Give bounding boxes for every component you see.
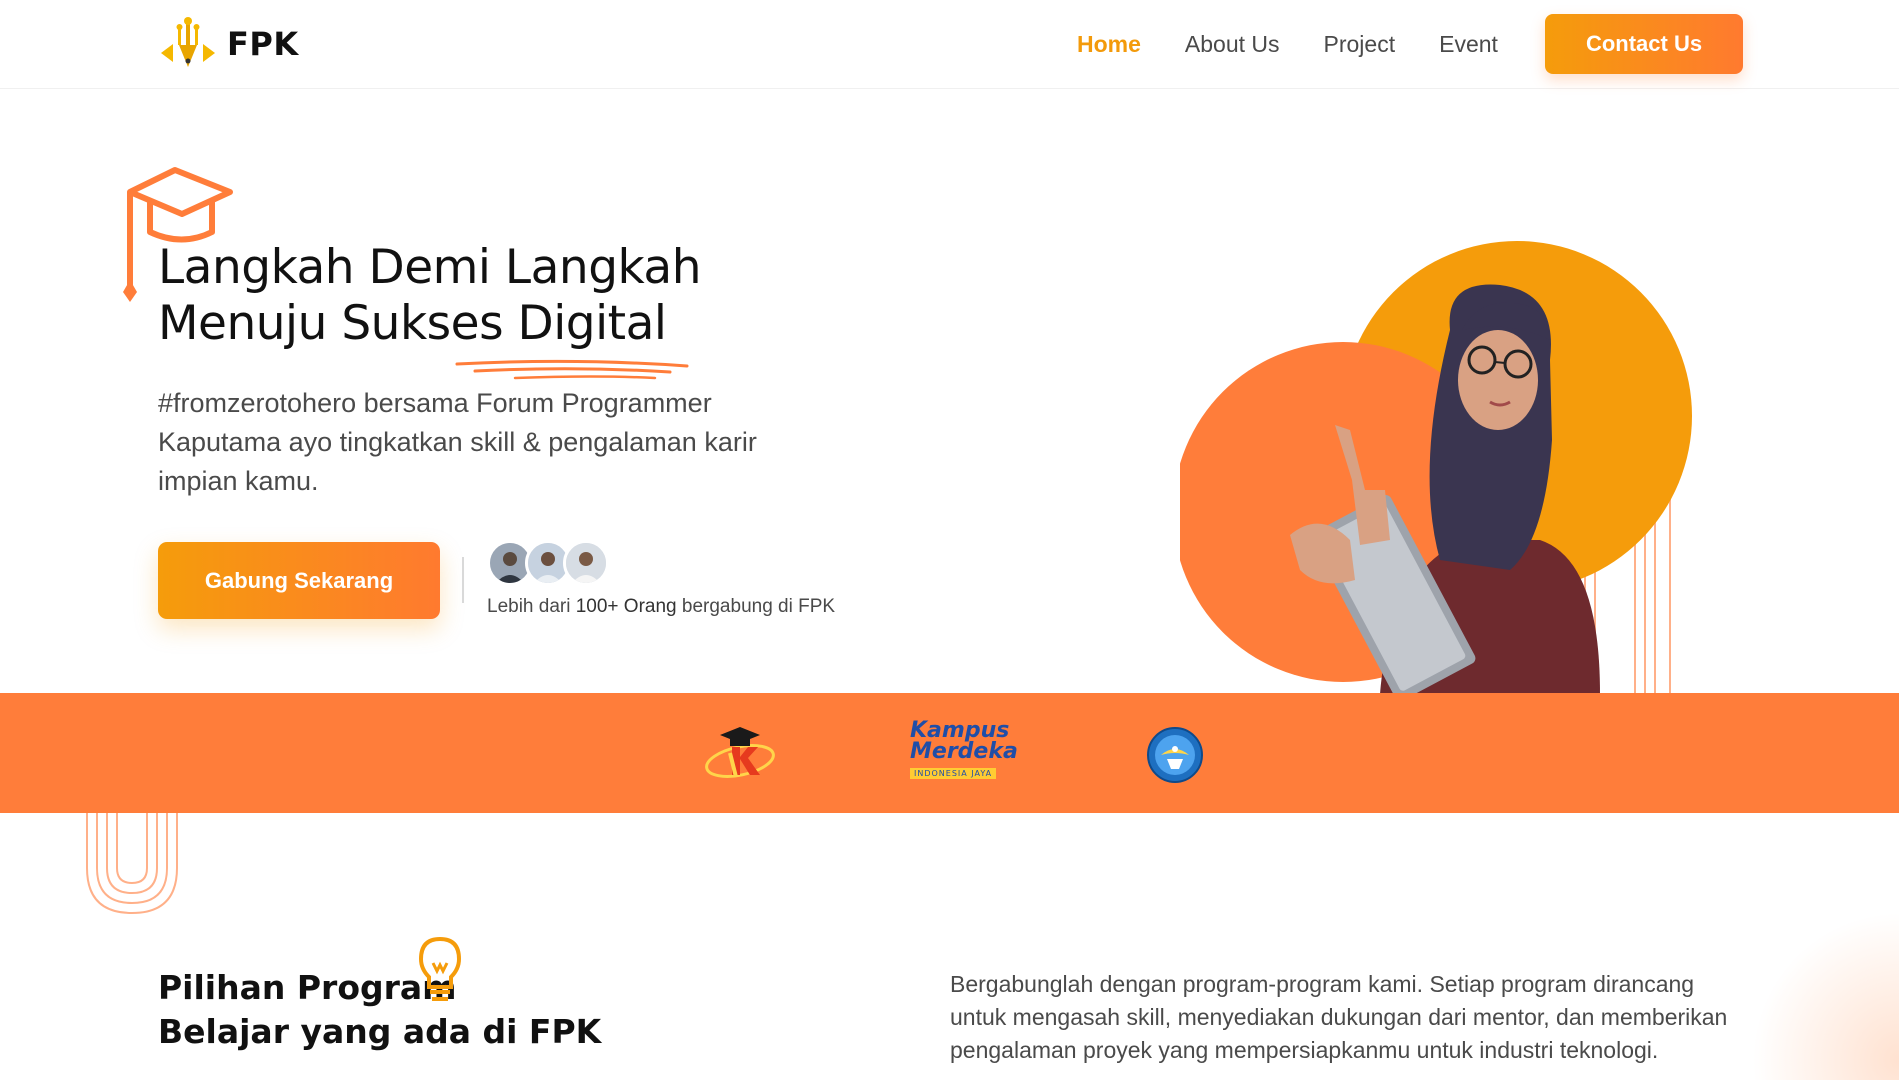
kaputama-logo[interactable] — [700, 713, 780, 793]
corner-glow-decoration — [1740, 900, 1899, 1080]
join-now-button[interactable]: Gabung Sekarang — [158, 542, 440, 619]
programs-title: Pilihan Program Belajar yang ada di FPK — [158, 966, 601, 1054]
member-avatars — [487, 540, 609, 586]
lightbulb-icon — [418, 936, 462, 1001]
social-proof-text: Lebih dari 100+ Orang bergabung di FPK — [487, 596, 835, 618]
navbar: FPK Home About Us Project Event Contact … — [0, 0, 1899, 89]
programs-description: Bergabunglah dengan program-program kami… — [950, 971, 1728, 1063]
fpk-logo-icon — [161, 17, 215, 67]
nav-event[interactable]: Event — [1439, 27, 1498, 61]
main-nav: Home About Us Project Event — [1077, 27, 1542, 61]
hero-illustration — [1180, 241, 1692, 694]
partners-band: Kampus Merdeka INDONESIA JAYA — [0, 693, 1899, 813]
kampus-merdeka-text-line2: Merdeka — [910, 739, 1018, 764]
kampus-merdeka-logo[interactable]: Kampus Merdeka INDONESIA JAYA — [910, 718, 1020, 801]
hero-title-line-2: Menuju Sukses Digital — [158, 296, 667, 351]
tut-wuri-handayani-logo[interactable] — [1145, 725, 1205, 785]
hero-title: Langkah Demi Langkah Menuju Sukses Digit… — [158, 240, 702, 352]
social-proof-count: 100+ Orang — [575, 596, 677, 617]
social-proof-prefix: Lebih dari — [487, 596, 576, 617]
kampus-merdeka-tagline: INDONESIA JAYA — [910, 768, 997, 779]
member-avatar — [563, 540, 609, 586]
nav-project[interactable]: Project — [1324, 27, 1396, 61]
decorative-arcs — [86, 813, 178, 915]
hero-title-line-1: Langkah Demi Langkah — [158, 240, 702, 295]
contact-us-button[interactable]: Contact Us — [1545, 14, 1743, 74]
nav-home[interactable]: Home — [1077, 27, 1141, 61]
nav-about-us[interactable]: About Us — [1185, 27, 1280, 61]
hero-divider — [462, 557, 464, 603]
social-proof-suffix: bergabung di FPK — [676, 596, 836, 617]
kampus-merdeka-text-line1: Kampus — [910, 718, 1010, 743]
title-underline-decoration — [455, 359, 689, 380]
brand-name: FPK — [227, 25, 299, 63]
programs-title-line-1: Pilihan Program — [158, 968, 457, 1007]
hero-subtitle: #fromzerotohero bersama Forum Programmer… — [158, 388, 757, 496]
programs-title-line-2: Belajar yang ada di FPK — [158, 1012, 602, 1051]
brand-logo[interactable]: FPK — [157, 15, 299, 73]
